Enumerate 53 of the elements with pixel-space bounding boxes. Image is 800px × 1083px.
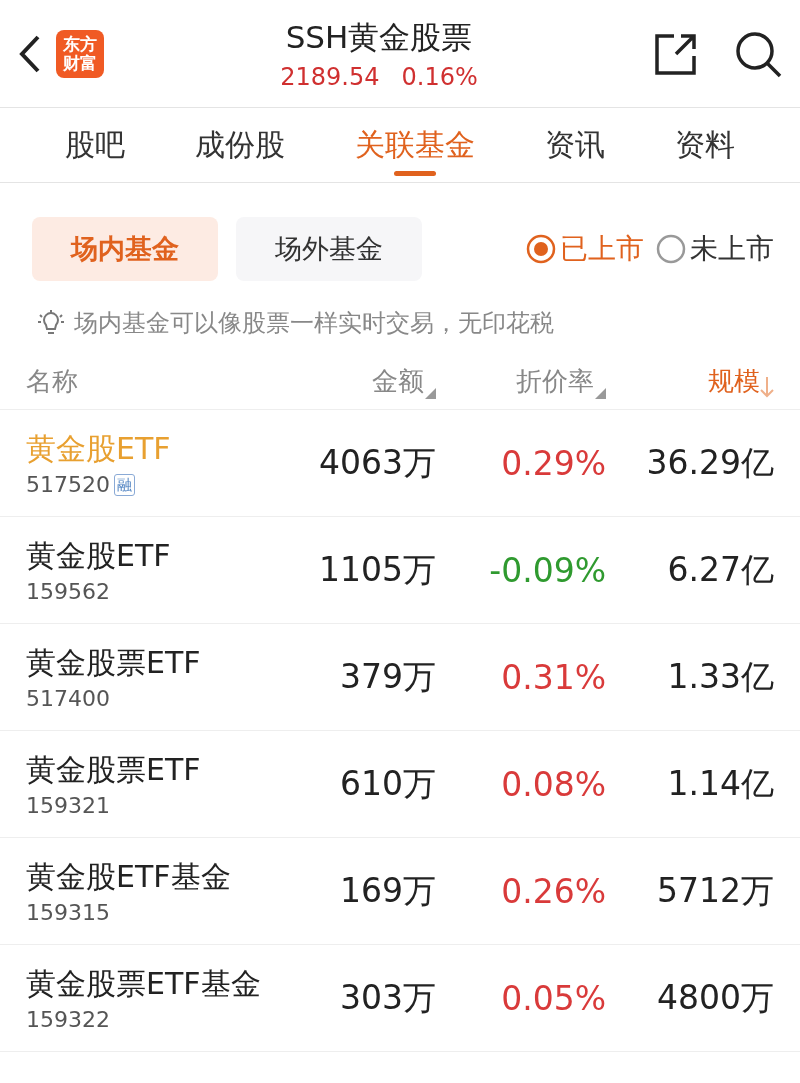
amount-cell-text: 610万 xyxy=(340,762,436,805)
fund-code: 159322 xyxy=(26,1007,110,1032)
share-icon[interactable] xyxy=(654,31,698,76)
discount-rate-cell: 0.08% xyxy=(501,764,606,804)
tab[interactable]: 关联基金 xyxy=(349,108,481,182)
index-change: 0.16% xyxy=(401,62,478,91)
fund-code: 159321 xyxy=(26,793,110,818)
tab-indicator xyxy=(394,171,436,176)
tip-text: 场内基金可以像股票一样实时交易，无印花税 xyxy=(74,308,554,339)
discount-rate-cell: -0.09% xyxy=(489,550,606,590)
fund-code: 517520 xyxy=(26,472,110,497)
scale-cell-text: 4800万 xyxy=(657,976,774,1019)
sort-triangle-icon xyxy=(594,386,606,399)
index-price: 2189.54 xyxy=(280,62,380,91)
discount-rate-cell: 0.26% xyxy=(501,871,606,911)
fund-name[interactable]: 黄金股票ETF基金 xyxy=(26,964,286,1005)
segment-button[interactable]: 场外基金 xyxy=(236,217,422,281)
fund-name[interactable]: 黄金股票ETF xyxy=(26,643,286,684)
fund-name[interactable]: 黄金股ETF基金 xyxy=(26,857,286,898)
column-header: 名称 xyxy=(26,364,78,398)
amount-cell-text: 1105万 xyxy=(319,548,436,591)
scale-cell-text: 1.33亿 xyxy=(667,655,774,698)
tab[interactable]: 成份股 xyxy=(189,108,291,182)
discount-rate-cell: 0.29% xyxy=(501,443,606,483)
radio-option[interactable]: 已上市 xyxy=(526,230,644,268)
app-logo: 东方 财富 xyxy=(56,29,104,78)
search-icon[interactable] xyxy=(734,29,782,78)
column-header[interactable]: 折价率 xyxy=(516,363,606,399)
column-header[interactable]: 规模 xyxy=(708,363,774,399)
discount-rate-cell: 0.05% xyxy=(501,978,606,1018)
scale-cell-text: 6.27亿 xyxy=(667,548,774,591)
amount-cell-text: 4063万 xyxy=(319,441,436,484)
fund-code: 159315 xyxy=(26,900,110,925)
fund-code: 159562 xyxy=(26,579,110,604)
scale-cell-text: 1.14亿 xyxy=(667,762,774,805)
sort-triangle-icon xyxy=(424,386,436,399)
fund-name[interactable]: 黄金股票ETF xyxy=(26,750,286,791)
amount-cell-text: 303万 xyxy=(340,976,436,1019)
tab[interactable]: 资讯 xyxy=(539,108,611,182)
back-icon[interactable] xyxy=(18,33,42,74)
column-header[interactable]: 金额 xyxy=(372,363,436,399)
margin-badge: 融 xyxy=(114,473,135,496)
discount-rate-cell: 0.31% xyxy=(501,657,606,697)
fund-code: 517400 xyxy=(26,686,110,711)
page-title: SSH黄金股票 xyxy=(285,17,473,57)
scale-cell-text: 36.29亿 xyxy=(646,441,774,484)
amount-cell-text: 379万 xyxy=(340,655,436,698)
tab[interactable]: 股吧 xyxy=(59,108,131,182)
radio-option[interactable]: 未上市 xyxy=(656,230,774,268)
scale-cell-text: 5712万 xyxy=(657,869,774,912)
tab[interactable]: 资料 xyxy=(669,108,741,182)
amount-cell-text: 169万 xyxy=(340,869,436,912)
fund-name[interactable]: 黄金股ETF xyxy=(26,536,286,577)
